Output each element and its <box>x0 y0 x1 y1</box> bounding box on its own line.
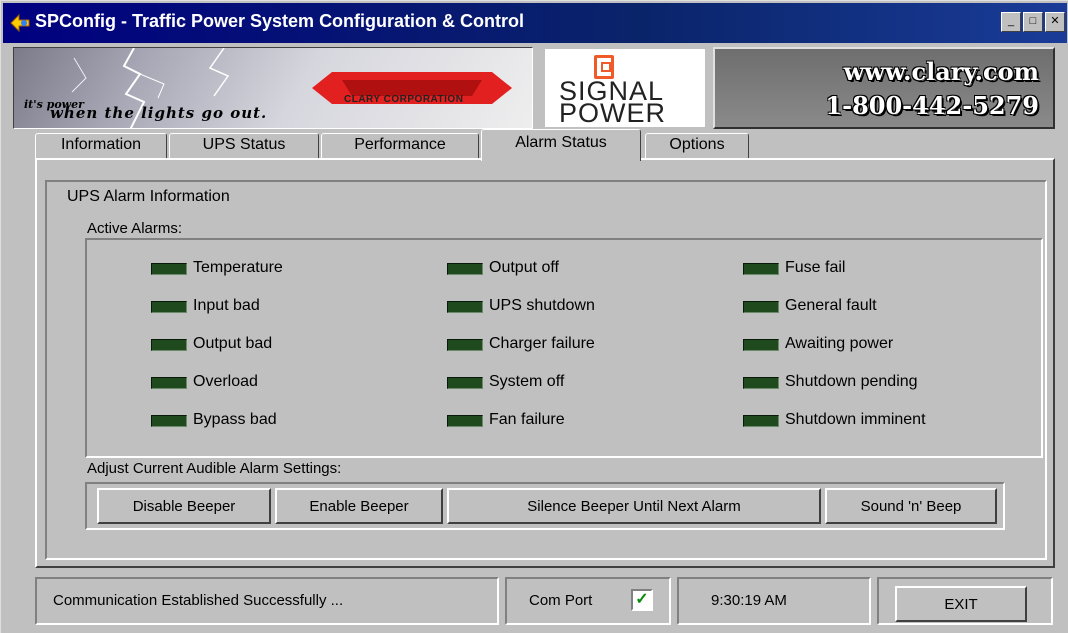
minimize-button[interactable]: _ <box>1001 12 1021 32</box>
signal-power-logo: SIGNAL POWER <box>543 47 707 129</box>
tab-options[interactable]: Options <box>645 133 749 159</box>
led-indicator <box>447 263 483 275</box>
com-port-panel: Com Port ✓ <box>505 577 671 625</box>
silence-beeper-button[interactable]: Silence Beeper Until Next Alarm <box>447 488 821 524</box>
window-title: SPConfig - Traffic Power System Configur… <box>35 11 525 31</box>
led-indicator <box>151 415 187 427</box>
app-icon <box>10 13 30 33</box>
tab-information[interactable]: Information <box>35 133 167 159</box>
maximize-button[interactable]: □ <box>1023 12 1043 32</box>
led-indicator <box>151 301 187 313</box>
com-port-label: Com Port <box>529 592 593 609</box>
checkmark-icon: ✓ <box>631 589 653 611</box>
led-indicator <box>743 263 779 275</box>
exit-button[interactable]: EXIT <box>895 586 1027 622</box>
led-indicator <box>447 301 483 313</box>
led-indicator <box>447 415 483 427</box>
app-window: SPConfig - Traffic Power System Configur… <box>0 0 1068 633</box>
tagline-bottom: when the lights go out. <box>50 104 268 122</box>
active-alarms-box: Temperature Input bad Output bad Overloa… <box>85 238 1043 458</box>
led-indicator <box>743 339 779 351</box>
disable-beeper-button[interactable]: Disable Beeper <box>97 488 271 524</box>
clary-banner: CLARY CORPORATION it's power when the li… <box>13 47 533 129</box>
contact-panel: www.clary.com 1-800-442-5279 <box>713 47 1055 129</box>
time-panel: 9:30:19 AM <box>677 577 871 625</box>
phone-number: 1-800-442-5279 <box>825 91 1039 120</box>
led-indicator <box>151 263 187 275</box>
alarm-status-panel: UPS Alarm Information Active Alarms: Tem… <box>35 158 1055 568</box>
enable-beeper-button[interactable]: Enable Beeper <box>275 488 443 524</box>
sound-n-beep-button[interactable]: Sound 'n' Beep <box>825 488 997 524</box>
led-indicator <box>743 301 779 313</box>
led-indicator <box>447 377 483 389</box>
led-indicator <box>447 339 483 351</box>
clock-time: 9:30:19 AM <box>711 592 787 609</box>
power-text: POWER <box>559 98 667 128</box>
audible-settings-label: Adjust Current Audible Alarm Settings: <box>87 460 342 477</box>
company-name: CLARY CORPORATION <box>344 94 464 105</box>
led-indicator <box>743 377 779 389</box>
group-title: UPS Alarm Information <box>63 188 234 206</box>
led-indicator <box>743 415 779 427</box>
tab-alarm-status[interactable]: Alarm Status <box>481 129 641 161</box>
active-alarms-label: Active Alarms: <box>87 220 183 237</box>
close-button[interactable]: ✕ <box>1045 12 1065 32</box>
status-message-panel: Communication Established Successfully .… <box>35 577 499 625</box>
tab-performance[interactable]: Performance <box>321 133 479 159</box>
title-bar[interactable]: SPConfig - Traffic Power System Configur… <box>3 3 1067 43</box>
beeper-buttons-box: Disable Beeper Enable Beeper Silence Bee… <box>85 482 1005 530</box>
tab-ups-status[interactable]: UPS Status <box>169 133 319 159</box>
banner: CLARY CORPORATION it's power when the li… <box>13 47 1063 129</box>
led-indicator <box>151 339 187 351</box>
led-indicator <box>151 377 187 389</box>
status-message: Communication Established Successfully .… <box>53 592 344 609</box>
website-url: www.clary.com <box>843 57 1039 86</box>
